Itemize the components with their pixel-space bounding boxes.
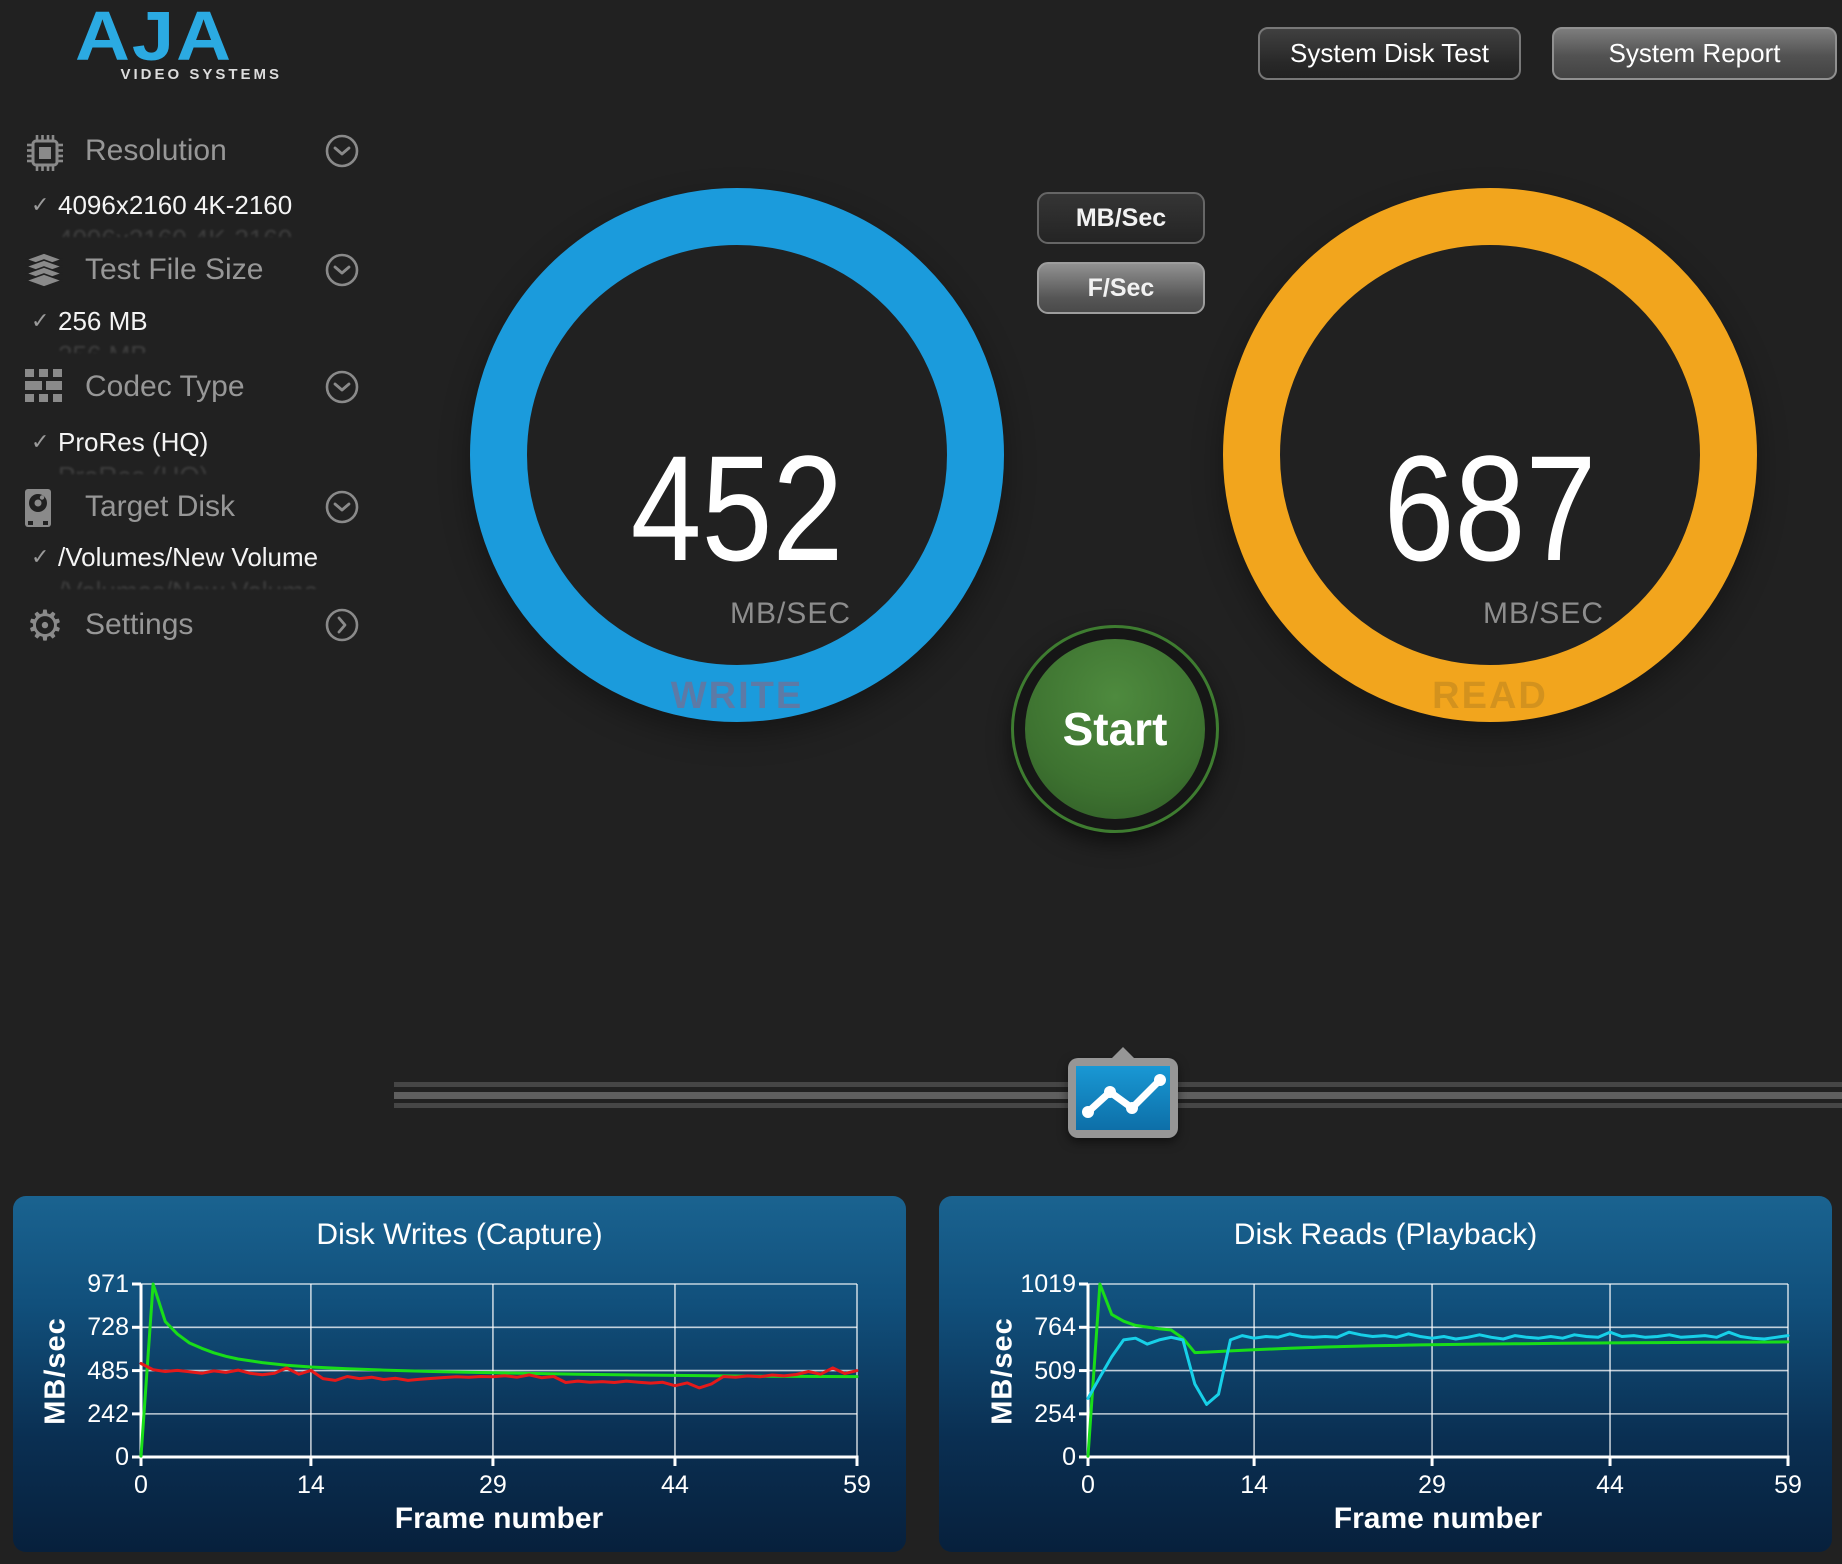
y-axis-label: MB/sec: [986, 1316, 1019, 1425]
sidebar-item-label: Target Disk: [85, 490, 236, 523]
x-tick-label: 14: [1240, 1471, 1268, 1499]
start-button-label: Start: [1062, 703, 1168, 755]
read-gauge-label: READ: [1432, 675, 1548, 717]
x-tick-label: 59: [843, 1471, 871, 1499]
check-icon: ✓: [31, 192, 50, 217]
disk-icon: [24, 488, 66, 530]
x-tick-label: 29: [479, 1471, 507, 1499]
y-tick-label: 971: [87, 1270, 129, 1298]
chart-plot-area: [1079, 1282, 1790, 1466]
chevron-down-icon[interactable]: [324, 252, 360, 288]
gear-icon: ⚙: [26, 601, 64, 650]
x-tick-label: 14: [296, 1471, 325, 1499]
mb-sec-toggle-label: MB/Sec: [1075, 203, 1167, 232]
x-tick-label: 0: [134, 1471, 148, 1499]
y-tick-label: 1019: [1020, 1270, 1076, 1298]
sidebar-selected-codec-type[interactable]: ✓ ProRes (HQ): [0, 427, 375, 459]
write-speed-unit: MB/SEC: [729, 597, 851, 630]
layers-icon: [24, 251, 66, 293]
x-tick-label: 0: [1081, 1471, 1095, 1499]
chevron-down-icon[interactable]: [324, 369, 360, 405]
selected-value: /Volumes/New Volume: [58, 542, 319, 572]
write-gauge-label: WRITE: [670, 675, 804, 717]
aja-logo-text: AJA: [74, 0, 234, 76]
x-tick-label: 44: [1596, 1471, 1624, 1499]
chip-icon: [24, 132, 66, 174]
aja-system-test-window: AJA VIDEO SYSTEMS System Disk Test Syste…: [0, 0, 1842, 1564]
system-disk-test-label: System Disk Test: [1290, 38, 1489, 68]
sidebar-selected-resolution[interactable]: ✓ 4096x2160 4K-2160: [0, 190, 375, 222]
mb-sec-toggle-button[interactable]: MB/Sec: [1037, 192, 1205, 244]
sidebar-selected-target-disk[interactable]: ✓ /Volumes/New Volume: [0, 542, 375, 574]
system-report-label: System Report: [1608, 38, 1781, 68]
write-speed-value: 452: [630, 424, 844, 592]
y-tick-label: 0: [115, 1443, 129, 1471]
sidebar-selected-test-file-size[interactable]: ✓ 256 MB: [0, 306, 375, 338]
sidebar-item-test-file-size[interactable]: Test File Size: [0, 249, 375, 293]
x-tick-label: 44: [661, 1471, 689, 1499]
line-chart-icon: [1076, 1066, 1170, 1130]
x-axis-label: Frame number: [1333, 1502, 1543, 1535]
sidebar-item-label: Codec Type: [85, 370, 245, 403]
sidebar-item-settings[interactable]: ⚙ Settings: [0, 604, 375, 648]
y-tick-label: 0: [1062, 1443, 1076, 1471]
sidebar-item-target-disk[interactable]: Target Disk: [0, 486, 375, 530]
selected-value: 4096x2160 4K-2160: [58, 190, 293, 220]
disk-reads-chart-panel: Disk Reads (Playback) 0 254 509 764 1019 0 14 2…: [939, 1196, 1832, 1552]
sidebar-item-resolution[interactable]: Resolution: [0, 130, 375, 174]
f-sec-toggle-button[interactable]: F/Sec: [1037, 262, 1205, 314]
disk-writes-chart-panel: Disk Writes (Capture) 0 242 485 728 971 0 14 29…: [13, 1196, 906, 1552]
codec-icon: [24, 368, 66, 410]
check-icon: ✓: [31, 544, 50, 569]
sidebar-item-codec-type[interactable]: Codec Type: [0, 366, 375, 410]
start-button-disc: Start: [1025, 639, 1205, 819]
series-actual-rate: [139, 1362, 859, 1390]
x-tick-label: 29: [1418, 1471, 1446, 1499]
sidebar-item-label: Settings: [85, 608, 194, 641]
disk-reads-chart-title: Disk Reads (Playback): [1233, 1218, 1538, 1251]
chevron-right-icon[interactable]: [324, 607, 360, 643]
read-speed-unit: MB/SEC: [1482, 597, 1604, 630]
sidebar-next-option-ghost: 4096x2160 4K-2160: [58, 224, 358, 237]
read-speed-gauge: 687 MB/SEC READ: [1223, 188, 1757, 722]
start-button[interactable]: Start: [1011, 625, 1219, 833]
chart-plot-area: [132, 1282, 859, 1466]
disk-writes-chart-title: Disk Writes (Capture): [316, 1218, 603, 1251]
aja-logo: AJA VIDEO SYSTEMS: [24, 2, 284, 83]
sidebar-next-option-ghost: /Volumes/New Volume: [58, 576, 358, 589]
y-axis-label: MB/sec: [39, 1316, 72, 1425]
check-icon: ✓: [31, 308, 50, 333]
sidebar-next-option-ghost: ProRes (HQ): [58, 461, 358, 474]
chevron-down-icon[interactable]: [324, 133, 360, 169]
sidebar-next-option-ghost: 256 MB: [58, 340, 358, 353]
write-speed-gauge: 452 MB/SEC WRITE: [470, 188, 1004, 722]
system-report-button[interactable]: System Report: [1552, 27, 1837, 80]
f-sec-toggle-label: F/Sec: [1087, 273, 1155, 302]
system-disk-test-button[interactable]: System Disk Test: [1258, 27, 1521, 80]
charts-toggle-button[interactable]: [1068, 1047, 1178, 1138]
x-axis-label: Frame number: [394, 1502, 604, 1535]
selected-value: 256 MB: [58, 306, 148, 336]
selected-value: ProRes (HQ): [58, 427, 209, 457]
sidebar-item-label: Resolution: [85, 134, 227, 167]
check-icon: ✓: [31, 429, 50, 454]
sidebar-item-label: Test File Size: [85, 253, 264, 286]
x-tick-label: 59: [1774, 1471, 1802, 1499]
read-speed-value: 687: [1383, 424, 1597, 592]
chevron-down-icon[interactable]: [324, 489, 360, 525]
